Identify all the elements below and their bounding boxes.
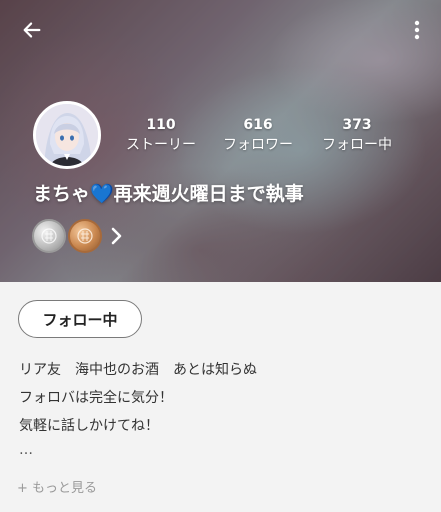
followers-label: フォロワー (223, 137, 293, 153)
bio-ellipsis: … (19, 442, 33, 458)
profile-header-background: 110 ストーリー 616 フォロワー 373 フォロー中 まちゃ💙再来週火曜日… (0, 0, 441, 282)
following-count: 373 (342, 117, 372, 133)
avatar-image (36, 104, 98, 166)
bio-line: 気軽に話しかけてね！ (19, 418, 159, 434)
bio-line: リア友 海中也のお酒 あとは知らぬ (19, 362, 257, 378)
bronze-badge-icon (68, 219, 102, 253)
chevron-right-icon (111, 227, 122, 245)
following-label: フォロー中 (322, 137, 392, 153)
profile-username: まちゃ💙再来週火曜日まで執事 (33, 183, 304, 205)
stories-count: 110 (146, 117, 176, 133)
stat-stories[interactable]: 110 ストーリー (118, 116, 204, 156)
following-button[interactable]: フォロー中 (18, 300, 142, 338)
stat-followers[interactable]: 616 フォロワー (214, 116, 302, 156)
more-vertical-icon (414, 20, 420, 40)
back-button[interactable] (18, 16, 46, 44)
avatar[interactable] (33, 101, 101, 169)
stat-following[interactable]: 373 フォロー中 (312, 116, 402, 156)
bio-line: フォロバは完全に気分！ (19, 390, 173, 406)
arrow-left-icon (23, 22, 41, 38)
stories-label: ストーリー (126, 137, 196, 153)
more-menu-button[interactable] (407, 16, 427, 44)
silver-badge-icon (32, 219, 66, 253)
show-more-link[interactable]: + もっと見る (17, 477, 97, 496)
followers-count: 616 (243, 117, 273, 133)
profile-bio: リア友 海中也のお酒 あとは知らぬ フォロバは完全に気分！ 気軽に話しかけてね！… (19, 356, 429, 460)
badges-row[interactable] (32, 218, 124, 254)
profile-body: フォロー中 リア友 海中也のお酒 あとは知らぬ フォロバは完全に気分！ 気軽に話… (0, 282, 441, 512)
